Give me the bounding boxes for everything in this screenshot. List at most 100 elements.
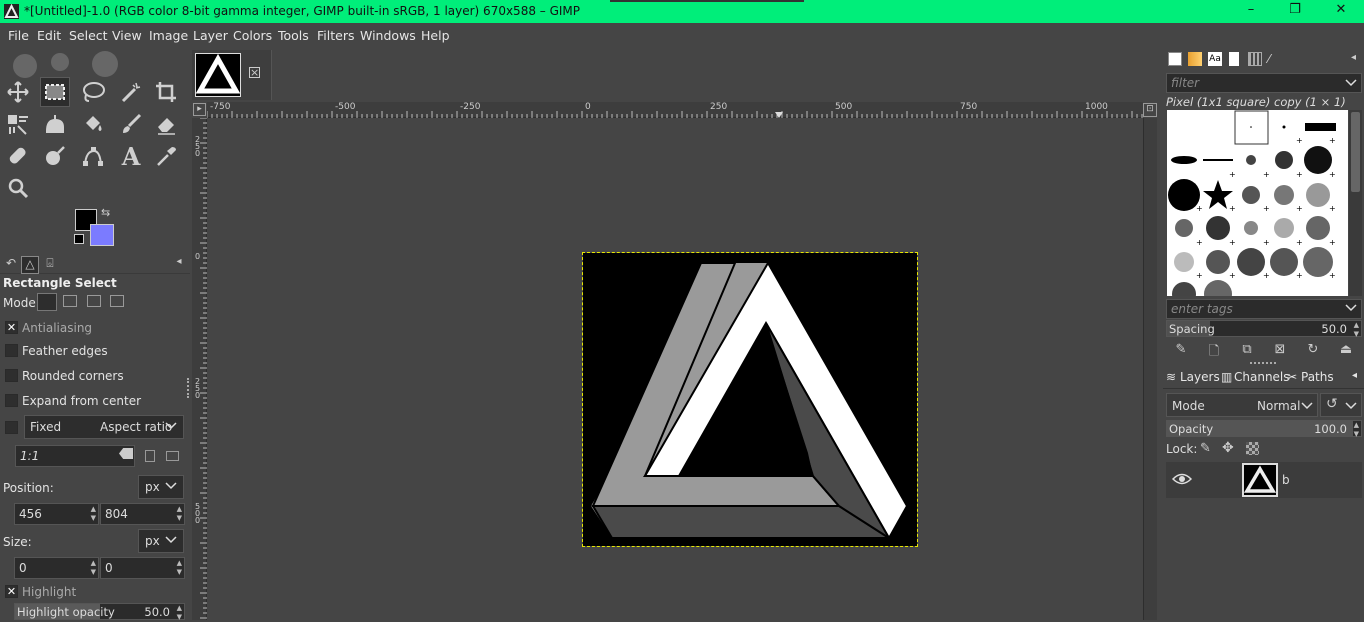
document-history-tab-icon[interactable] [1229, 52, 1239, 66]
fonts-tab-icon[interactable]: Aa [1208, 52, 1222, 66]
tab-paths[interactable]: Paths [1301, 370, 1334, 384]
menu-select[interactable]: Select [69, 28, 108, 43]
fixed-mode-combo[interactable]: Fixed Aspect ratio [24, 415, 184, 439]
configure-tab-icon[interactable]: ◂ [1351, 52, 1364, 66]
menu-colors[interactable]: Colors [233, 28, 272, 43]
layers-tab-icon[interactable]: ≋ [1166, 370, 1176, 384]
vertical-scrollbar[interactable] [1143, 118, 1157, 620]
rectangle-select-tool-icon[interactable] [40, 77, 70, 107]
zoom-tool-icon[interactable] [3, 173, 33, 203]
paths-tool-icon[interactable] [78, 141, 108, 171]
brush-grid[interactable]: + + + + + + + + + + + + + + + + + + + + + [1167, 110, 1348, 296]
dock-separator-handle[interactable] [1250, 362, 1276, 364]
menu-edit[interactable]: Edit [37, 28, 61, 43]
edit-brush-icon[interactable]: ✎ [1173, 342, 1189, 358]
patterns-tab-icon[interactable] [1188, 52, 1202, 66]
spin-arrows-icon[interactable]: ▲ ▼ [1354, 421, 1359, 439]
brushes-tab-icon[interactable] [1168, 52, 1182, 66]
vertical-ruler[interactable]: 250 0 250 500 [192, 118, 207, 620]
quick-mask-toggle-icon[interactable]: ▸ [193, 103, 206, 116]
layer-opacity-slider[interactable]: Opacity 100.0 ▲ ▼ [1166, 420, 1362, 439]
position-y-field[interactable]: 804 ▲ ▼ [100, 503, 185, 525]
image-tab[interactable]: × [192, 50, 272, 100]
unified-transform-tool-icon[interactable] [3, 109, 33, 139]
maximize-button[interactable]: ❐ [1280, 2, 1310, 20]
highlight-opacity-slider[interactable]: Highlight opacity 50.0 ▲ ▼ [14, 603, 185, 622]
eye-visibility-icon[interactable] [1172, 472, 1192, 486]
layer-row[interactable]: b [1166, 462, 1362, 498]
tool-options-tab-icon[interactable]: △ [21, 256, 39, 274]
spin-arrows-icon[interactable]: ▲ ▼ [91, 505, 96, 523]
new-brush-icon[interactable]: 🗋 [1206, 342, 1222, 359]
menu-view[interactable]: View [112, 28, 142, 43]
menu-windows[interactable]: Windows [360, 28, 416, 43]
undo-history-tab-icon[interactable]: ↶ [2, 256, 20, 274]
mode-replace-icon[interactable] [37, 293, 57, 311]
brush-filter-input[interactable]: filter [1166, 73, 1362, 93]
fixed-checkbox[interactable] [5, 421, 18, 434]
close-image-tab-icon[interactable]: × [249, 67, 260, 78]
delete-brush-icon[interactable]: ⊠ [1272, 342, 1288, 358]
feather-edges-checkbox[interactable] [5, 344, 18, 357]
configure-tab-icon[interactable]: ◂ [170, 256, 188, 274]
bucket-fill-tool-icon[interactable] [78, 109, 108, 139]
minimize-button[interactable]: – [1236, 2, 1266, 20]
warp-transform-tool-icon[interactable] [40, 109, 70, 139]
spin-arrows-icon[interactable]: ▲ ▼ [177, 604, 182, 622]
paths-tab-icon[interactable]: ✂ [1287, 370, 1297, 384]
spin-arrows-icon[interactable]: ▲ ▼ [177, 505, 182, 523]
eraser-tool-icon[interactable] [151, 109, 181, 139]
background-color-swatch[interactable] [90, 224, 114, 246]
default-colors-icon[interactable] [74, 234, 84, 244]
layer-mode-combo[interactable]: Mode Normal [1166, 393, 1318, 417]
close-window-button[interactable]: ✕ [1326, 2, 1356, 20]
size-height-field[interactable]: 0 ▲ ▼ [100, 557, 185, 579]
swap-colors-icon[interactable]: ⇆ [101, 206, 110, 219]
mode-intersect-icon[interactable] [110, 295, 124, 307]
ratio-field[interactable]: 1:1 [15, 445, 135, 467]
position-unit-combo[interactable]: px [138, 475, 184, 499]
gradients-tab-icon[interactable] [1248, 52, 1262, 66]
brush-spacing-slider[interactable]: Spacing 50.0 ▲ ▼ [1166, 320, 1362, 339]
tab-layers[interactable]: Layers [1180, 370, 1220, 384]
size-unit-combo[interactable]: px [138, 529, 184, 553]
paintbrush-tool-icon[interactable] [116, 109, 146, 139]
mode-subtract-icon[interactable] [87, 295, 101, 307]
portrait-icon[interactable] [145, 450, 155, 462]
menu-filters[interactable]: Filters [317, 28, 354, 43]
heal-tool-icon[interactable] [3, 141, 33, 171]
free-select-tool-icon[interactable] [78, 77, 108, 107]
size-width-field[interactable]: 0 ▲ ▼ [14, 557, 99, 579]
zoom-image-when-window-size-changes-icon[interactable]: ⊡ [1143, 103, 1157, 117]
device-status-tab-icon[interactable]: ⌺ [41, 256, 59, 274]
menu-file[interactable]: File [8, 28, 29, 43]
configure-tab-icon[interactable]: ◂ [1352, 370, 1357, 381]
brush-scrollbar[interactable] [1349, 110, 1362, 296]
text-tool-icon[interactable]: A [116, 141, 146, 171]
duplicate-brush-icon[interactable]: ⧉ [1239, 342, 1255, 358]
menu-tools[interactable]: Tools [278, 28, 309, 43]
lock-pixels-icon[interactable]: ✎ [1200, 441, 1211, 456]
lock-position-icon[interactable]: ✥ [1222, 440, 1234, 456]
channels-tab-icon[interactable]: ▥ [1221, 370, 1232, 384]
menu-layer[interactable]: Layer [193, 28, 228, 43]
spin-arrows-icon[interactable]: ▲ ▼ [177, 559, 182, 577]
menu-image[interactable]: Image [149, 28, 188, 43]
highlight-checkbox[interactable]: ✕ [5, 585, 18, 598]
mode-add-icon[interactable] [63, 295, 77, 307]
spin-arrows-icon[interactable]: ▲ ▼ [91, 559, 96, 577]
rounded-corners-checkbox[interactable] [5, 369, 18, 382]
refresh-brushes-icon[interactable]: ↻ [1305, 342, 1321, 358]
canvas-image[interactable] [582, 252, 918, 547]
menu-help[interactable]: Help [421, 28, 450, 43]
color-picker-tool-icon[interactable] [151, 141, 181, 171]
spin-arrows-icon[interactable]: ▲ ▼ [1354, 321, 1359, 339]
smudge-tool-icon[interactable] [40, 141, 70, 171]
left-dock-resize-handle[interactable] [187, 378, 190, 398]
open-brush-as-image-icon[interactable]: ⏏ [1338, 342, 1354, 358]
position-x-field[interactable]: 456 ▲ ▼ [14, 503, 99, 525]
composite-mode-combo[interactable]: ↺ [1320, 393, 1362, 417]
lock-alpha-icon[interactable] [1246, 442, 1259, 455]
landscape-icon[interactable] [166, 451, 179, 461]
paint-dynamics-tab-icon[interactable]: ⁄ [1268, 52, 1282, 66]
